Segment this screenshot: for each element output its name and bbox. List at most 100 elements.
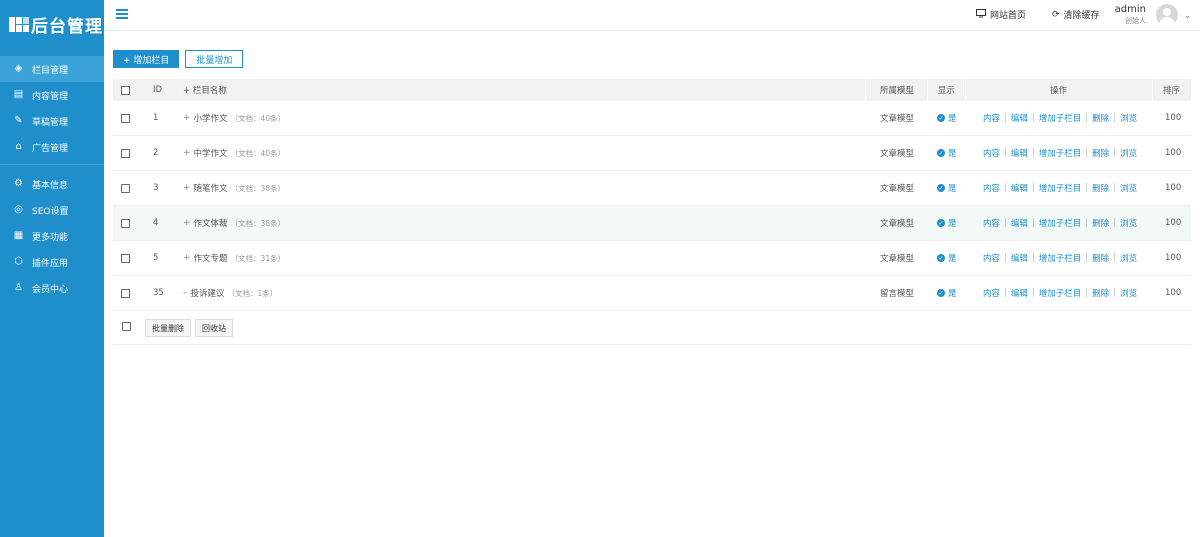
op-link-3[interactable]: 删除 bbox=[1092, 217, 1109, 229]
op-link-0[interactable]: 内容 bbox=[983, 182, 1000, 194]
show-value: 是 bbox=[948, 254, 957, 264]
show-value: 是 bbox=[948, 114, 957, 124]
op-link-2[interactable]: 增加子栏目 bbox=[1039, 112, 1082, 124]
show-toggle[interactable]: ✓ 是 bbox=[937, 241, 957, 275]
sidebar-item-4[interactable]: ⚙ 基本信息 bbox=[0, 171, 104, 197]
op-link-4[interactable]: 浏览 bbox=[1120, 252, 1137, 264]
op-link-1[interactable]: 编辑 bbox=[1011, 217, 1028, 229]
sort-value[interactable]: 100 bbox=[1165, 101, 1181, 135]
row-checkbox[interactable] bbox=[121, 218, 130, 228]
op-link-0[interactable]: 内容 bbox=[983, 287, 1000, 299]
header-ops: 操作 bbox=[1050, 86, 1068, 96]
doc-count: （文档：40条） bbox=[230, 148, 286, 158]
row-id: 3 bbox=[153, 183, 159, 193]
op-link-2[interactable]: 增加子栏目 bbox=[1039, 182, 1082, 194]
gear-icon: ⚙ bbox=[14, 178, 23, 189]
site-home-link[interactable]: 网站首页 bbox=[976, 8, 1026, 21]
sidebar-item-5[interactable]: ◎ SEO设置 bbox=[0, 197, 104, 223]
op-link-3[interactable]: 删除 bbox=[1092, 112, 1109, 124]
op-link-1[interactable]: 编辑 bbox=[1011, 287, 1028, 299]
row-checkbox[interactable] bbox=[121, 288, 130, 298]
sort-value[interactable]: 100 bbox=[1165, 206, 1181, 240]
select-all-checkbox[interactable] bbox=[121, 85, 130, 95]
op-link-1[interactable]: 编辑 bbox=[1011, 182, 1028, 194]
check-circle-icon: ✓ bbox=[937, 149, 945, 157]
grid-icon: ▦ bbox=[13, 230, 24, 241]
op-link-2[interactable]: 增加子栏目 bbox=[1039, 252, 1082, 264]
logo: 后台管理 bbox=[0, 0, 104, 48]
op-link-0[interactable]: 内容 bbox=[983, 147, 1000, 159]
sidebar-item-1[interactable]: ▤ 内容管理 bbox=[0, 82, 104, 108]
sort-value[interactable]: 100 bbox=[1165, 136, 1181, 170]
clear-cache-link[interactable]: ⟳ 清除缓存 bbox=[1052, 8, 1100, 22]
column-name: 随笔作文 bbox=[193, 184, 228, 194]
row-model: 文章模型 bbox=[880, 184, 915, 194]
add-column-button[interactable]: + 增加栏目 bbox=[113, 50, 180, 68]
sidebar-item-2[interactable]: ✎ 草稿管理 bbox=[0, 108, 104, 134]
op-link-4[interactable]: 浏览 bbox=[1120, 112, 1137, 124]
header-model: 所属模型 bbox=[880, 86, 915, 96]
doc-count: （文档：38条） bbox=[230, 183, 286, 193]
op-link-4[interactable]: 浏览 bbox=[1120, 147, 1137, 159]
op-link-0[interactable]: 内容 bbox=[983, 217, 1000, 229]
logo-mark-icon bbox=[9, 16, 29, 32]
op-link-2[interactable]: 增加子栏目 bbox=[1039, 217, 1082, 229]
header-id: ID bbox=[153, 85, 163, 95]
sidebar-item-7[interactable]: ⬡ 插件应用 bbox=[0, 249, 104, 275]
recycle-bin-button[interactable]: 回收站 bbox=[195, 319, 233, 337]
show-toggle[interactable]: ✓ 是 bbox=[937, 171, 957, 205]
show-toggle[interactable]: ✓ 是 bbox=[937, 136, 957, 170]
menu-toggle-icon[interactable] bbox=[116, 9, 128, 19]
row-checkbox[interactable] bbox=[121, 253, 130, 263]
row-checkbox[interactable] bbox=[121, 148, 130, 158]
sort-value[interactable]: 100 bbox=[1165, 241, 1181, 275]
sidebar-item-label: SEO设置 bbox=[32, 206, 69, 217]
op-link-3[interactable]: 删除 bbox=[1092, 182, 1109, 194]
sort-value[interactable]: 100 bbox=[1165, 171, 1181, 205]
expand-toggle[interactable]: – bbox=[183, 288, 188, 298]
chevron-down-icon[interactable]: ⌄ bbox=[1184, 11, 1191, 20]
sidebar-item-0[interactable]: ◈ 栏目管理 bbox=[0, 56, 104, 82]
header-show: 显示 bbox=[938, 86, 956, 96]
op-link-3[interactable]: 删除 bbox=[1092, 287, 1109, 299]
show-value: 是 bbox=[948, 289, 957, 299]
expand-toggle[interactable]: + bbox=[183, 148, 191, 158]
column-name: 中学作文 bbox=[193, 149, 228, 159]
check-circle-icon: ✓ bbox=[937, 289, 945, 297]
op-link-1[interactable]: 编辑 bbox=[1011, 252, 1028, 264]
expand-toggle[interactable]: + bbox=[183, 113, 191, 123]
op-link-4[interactable]: 浏览 bbox=[1120, 217, 1137, 229]
show-toggle[interactable]: ✓ 是 bbox=[937, 101, 957, 135]
op-link-2[interactable]: 增加子栏目 bbox=[1039, 287, 1082, 299]
op-link-3[interactable]: 删除 bbox=[1092, 252, 1109, 264]
doc-count: （文档：31条） bbox=[230, 253, 286, 263]
show-toggle[interactable]: ✓ 是 bbox=[937, 206, 957, 240]
op-link-1[interactable]: 编辑 bbox=[1011, 147, 1028, 159]
show-toggle[interactable]: ✓ 是 bbox=[937, 276, 957, 310]
sidebar-item-8[interactable]: ♙ 会员中心 bbox=[0, 275, 104, 301]
expand-toggle[interactable]: + bbox=[183, 253, 191, 263]
op-link-4[interactable]: 浏览 bbox=[1120, 287, 1137, 299]
sort-value[interactable]: 100 bbox=[1165, 276, 1181, 310]
expand-toggle[interactable]: + bbox=[183, 218, 191, 228]
site-home-label: 网站首页 bbox=[990, 11, 1027, 21]
op-link-1[interactable]: 编辑 bbox=[1011, 112, 1028, 124]
row-id: 2 bbox=[153, 148, 159, 158]
op-link-0[interactable]: 内容 bbox=[983, 252, 1000, 264]
expand-toggle[interactable]: + bbox=[183, 183, 191, 193]
avatar[interactable] bbox=[1156, 4, 1178, 26]
sidebar-item-6[interactable]: ▦ 更多功能 bbox=[0, 223, 104, 249]
select-all-bottom-checkbox[interactable] bbox=[122, 322, 131, 331]
sidebar-item-3[interactable]: ⌂ 广告管理 bbox=[0, 134, 104, 160]
op-link-3[interactable]: 删除 bbox=[1092, 147, 1109, 159]
batch-delete-button[interactable]: 批量删除 bbox=[145, 319, 191, 337]
op-link-2[interactable]: 增加子栏目 bbox=[1039, 147, 1082, 159]
row-checkbox[interactable] bbox=[121, 113, 130, 123]
row-checkbox[interactable] bbox=[121, 183, 130, 193]
layers-icon: ◈ bbox=[14, 63, 23, 74]
op-link-4[interactable]: 浏览 bbox=[1120, 182, 1137, 194]
batch-add-button[interactable]: 批量增加 bbox=[185, 50, 244, 68]
user-icon: ♙ bbox=[14, 282, 23, 293]
plugin-icon: ⬡ bbox=[14, 256, 23, 267]
op-link-0[interactable]: 内容 bbox=[983, 112, 1000, 124]
